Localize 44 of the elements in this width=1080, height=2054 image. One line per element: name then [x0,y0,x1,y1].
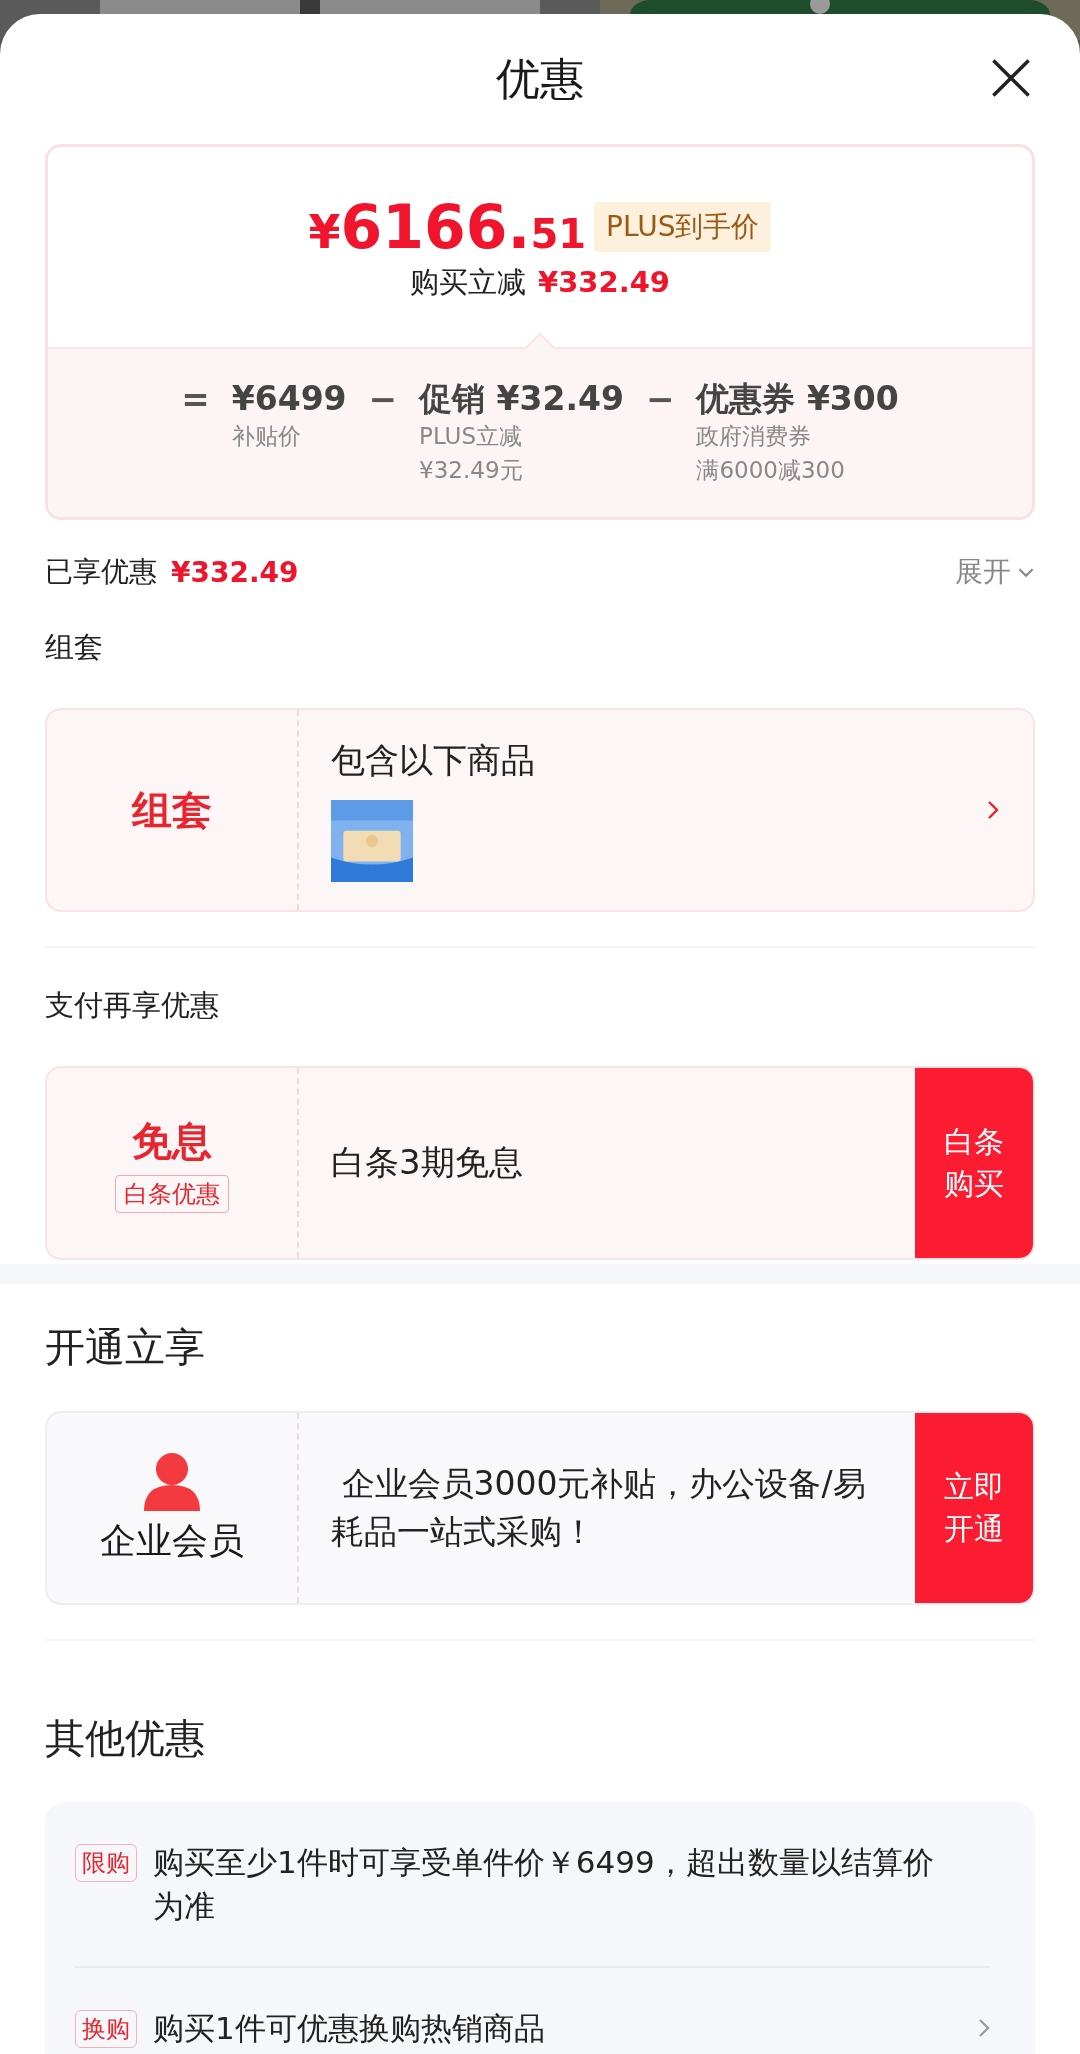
action-button[interactable]: 白条 购买 [915,1068,1033,1258]
operator-sign: − [368,379,398,419]
offer-text: 白条3期免息 [331,1141,524,1184]
breakdown-note: PLUS立减 [419,422,524,451]
plus-price-tag: PLUS到手价 [594,202,772,252]
offer-card[interactable]: 企业会员 企业会员3000元补贴，办公设备/易耗品一站式采购！ 立即 开通 [45,1411,1035,1605]
final-price: ¥6166.51 [308,197,587,257]
breakdown-amount: 优惠券 ¥300 [696,379,899,419]
offer-tag: 限购 [75,1844,137,1882]
enjoyed-label: 已享优惠 [45,554,157,590]
offer-text: 购买1件可优惠换购热销商品 [153,2009,546,2048]
reduction-value: ¥332.49 [537,265,671,299]
section-heading: 组套 [45,629,104,666]
action-button[interactable]: 立即 开通 [915,1413,1033,1603]
offer-tag: 换购 [75,2010,137,2048]
close-button[interactable] [989,56,1033,100]
offer-tag: 白条优惠 [115,1174,229,1213]
breakdown-note: 政府消费券 [696,422,813,451]
offer-card[interactable]: 组套 包含以下商品 [45,708,1035,912]
chevron-right-icon [987,800,999,820]
offer-text: 企业会员3000元补贴，办公设备/易耗品一站式采购！ [331,1463,867,1553]
breakdown-note: 满6000减300 [696,456,846,485]
offer-type: 企业会员 [100,1518,244,1563]
section-heading: 其他优惠 [45,1714,206,1763]
breakdown-note: ¥32.49元 [419,456,524,485]
breakdown-note: 补贴价 [231,422,302,451]
offer-type: 免息 [132,1116,212,1166]
close-icon [989,56,1033,100]
offer-type: 组套 [132,785,212,835]
section-heading: 开通立享 [45,1323,206,1372]
reduction-label: 购买立减 [409,264,526,301]
chevron-down-icon [1017,566,1035,578]
breakdown-amount: 促销 ¥32.49 [419,379,624,419]
offer-card[interactable]: 免息 白条优惠 白条3期免息 白条 购买 [45,1066,1035,1260]
offer-text: 购买至少1件时可享受单件价￥6499，超出数量以结算价为准 [153,1843,935,1926]
operator-sign: = [181,379,210,419]
operator-sign: − [645,379,675,419]
section-heading: 支付再享优惠 [45,987,220,1024]
sheet-title: 优惠 [496,51,584,106]
breakdown-amount: ¥6499 [231,379,347,419]
chevron-right-icon[interactable] [978,2018,990,2038]
enjoyed-value: ¥332.49 [171,555,299,589]
expand-button[interactable]: 展开 [955,553,1035,591]
offer-text: 包含以下商品 [331,739,536,782]
